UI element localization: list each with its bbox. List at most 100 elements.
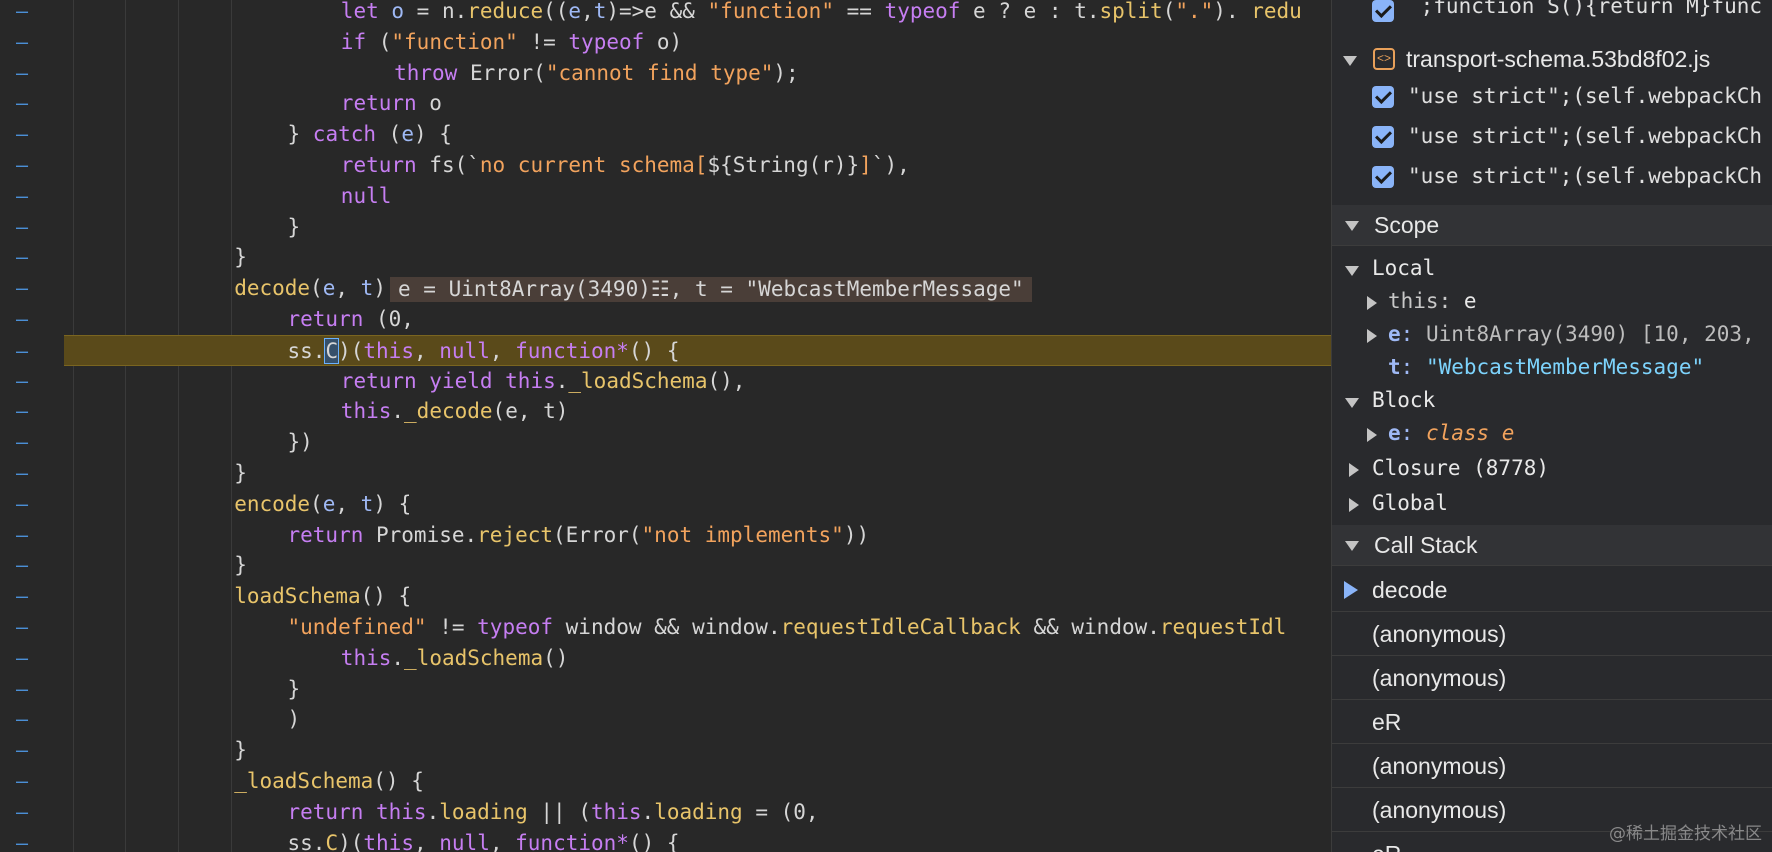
- code-line[interactable]: – null: [0, 181, 1331, 212]
- line-gutter-marker[interactable]: –: [16, 336, 28, 367]
- code-token: ) {: [413, 122, 452, 147]
- call-frame[interactable]: (anonymous): [1332, 612, 1772, 656]
- code-line[interactable]: – if ("function" != typeof o): [0, 27, 1331, 58]
- code-line[interactable]: – return fs(`no current schema[${String(r…: [0, 150, 1331, 181]
- scope-global-row[interactable]: Global: [1332, 488, 1772, 522]
- call-frame[interactable]: (anonymous): [1332, 744, 1772, 788]
- scope-property[interactable]: e: class e: [1332, 419, 1772, 451]
- line-gutter-marker[interactable]: –: [16, 520, 28, 551]
- code-line[interactable]: – "undefined" != typeof window && window.…: [0, 612, 1331, 643]
- line-gutter-marker[interactable]: –: [16, 704, 28, 735]
- call-frame-name: (anonymous): [1372, 665, 1507, 691]
- call-frame[interactable]: eR: [1332, 700, 1772, 744]
- scope-property[interactable]: this: e: [1332, 287, 1772, 319]
- code-line[interactable]: – _loadSchema() {: [0, 766, 1331, 797]
- code-line[interactable]: –): [0, 704, 1331, 735]
- code-line[interactable]: – decode(e, t) {e = Uint8Array(3490)☷, t …: [0, 273, 1331, 304]
- breakpoint-file-row[interactable]: <> transport-schema.53bd8f02.js: [1332, 42, 1772, 78]
- line-gutter-marker[interactable]: –: [16, 797, 28, 828]
- line-gutter-marker[interactable]: –: [16, 212, 28, 243]
- code-token: (Error(: [553, 522, 642, 547]
- code-line[interactable]: –}): [0, 427, 1331, 458]
- line-gutter-marker[interactable]: –: [16, 581, 28, 612]
- line-gutter-marker[interactable]: –: [16, 366, 28, 397]
- line-gutter-marker[interactable]: –: [16, 458, 28, 489]
- breakpoint-entry[interactable]: "use strict";(self.webpackCh: [1332, 164, 1772, 200]
- line-gutter-marker[interactable]: –: [16, 643, 28, 674]
- code-line[interactable]: – return this.loading || (this.loading = …: [0, 797, 1331, 828]
- line-gutter-marker[interactable]: –: [16, 396, 28, 427]
- checkbox-icon[interactable]: [1372, 166, 1394, 188]
- call-stack-section-header[interactable]: Call Stack: [1332, 525, 1772, 566]
- checkbox-icon[interactable]: [1372, 86, 1394, 108]
- code-token: "undefined": [287, 615, 427, 639]
- line-gutter-marker[interactable]: –: [16, 674, 28, 705]
- call-frame[interactable]: (anonymous): [1332, 656, 1772, 700]
- code-line[interactable]: – return o: [0, 88, 1331, 119]
- code-line[interactable]: – this._decode(e, t): [0, 396, 1331, 427]
- line-gutter-marker[interactable]: –: [16, 735, 28, 766]
- code-line[interactable]: – return Promise.reject(Error("not implem…: [0, 520, 1331, 551]
- breakpoint-entry[interactable]: `;function S(){return M}func: [1332, 0, 1772, 28]
- line-gutter-marker[interactable]: –: [16, 181, 28, 212]
- scope-closure-row[interactable]: Closure (8778): [1332, 453, 1772, 487]
- code-token: (: [310, 276, 323, 301]
- source-code-editor[interactable]: – let o = n.reduce((e,t)=>e && "function"…: [0, 0, 1331, 852]
- code-line[interactable]: – throw Error("cannot find type");: [0, 58, 1331, 89]
- line-gutter-marker[interactable]: –: [16, 242, 28, 273]
- breakpoint-entry[interactable]: "use strict";(self.webpackCh: [1332, 124, 1772, 160]
- scope-block-row[interactable]: Block: [1332, 386, 1772, 418]
- code-line[interactable]: – ss.C)(this, null, function*() {: [0, 828, 1331, 852]
- property-value: class e: [1425, 421, 1515, 445]
- code-token: (: [310, 491, 323, 516]
- code-text: return fs(`no current schema[${String(r)…: [341, 150, 910, 181]
- breakpoint-entry[interactable]: "use strict";(self.webpackCh: [1332, 84, 1772, 120]
- code-line[interactable]: –}: [0, 242, 1331, 273]
- scope-property[interactable]: t: "WebcastMemberMessage": [1332, 353, 1772, 385]
- line-gutter-marker[interactable]: –: [16, 489, 28, 520]
- checkbox-icon[interactable]: [1372, 126, 1394, 148]
- code-line[interactable]: –} catch (e) {: [0, 119, 1331, 150]
- code-token: _decode: [404, 399, 493, 424]
- code-text: encode(e, t) {: [234, 489, 411, 520]
- scope-local-row[interactable]: Local: [1332, 254, 1772, 286]
- line-gutter-marker[interactable]: –: [16, 27, 28, 58]
- code-line[interactable]: – return (0,: [0, 304, 1331, 335]
- code-token: ss.: [287, 830, 326, 852]
- script-file-icon: <>: [1373, 48, 1395, 70]
- code-line[interactable]: –}: [0, 735, 1331, 766]
- line-gutter-marker[interactable]: –: [16, 612, 28, 643]
- code-line[interactable]: –}: [0, 212, 1331, 243]
- line-gutter-marker[interactable]: –: [16, 427, 28, 458]
- line-gutter-marker[interactable]: –: [16, 58, 28, 89]
- paused-execution-line[interactable]: – ss.C)(this, null, function*() {: [16, 334, 1331, 366]
- code-line[interactable]: –}: [0, 458, 1331, 489]
- line-gutter-marker[interactable]: –: [16, 0, 28, 27]
- line-gutter-marker[interactable]: –: [16, 273, 28, 304]
- chevron-right-icon: [1349, 463, 1359, 477]
- code-line[interactable]: –}: [0, 674, 1331, 705]
- scope-property[interactable]: e: Uint8Array(3490) [10, 203,: [1332, 320, 1772, 352]
- code-token: (),: [707, 368, 746, 393]
- scope-title: Local: [1372, 256, 1436, 280]
- code-line[interactable]: –}: [0, 550, 1331, 581]
- line-gutter-marker[interactable]: –: [16, 550, 28, 581]
- line-gutter-marker[interactable]: –: [16, 150, 28, 181]
- code-token: t: [360, 491, 374, 516]
- chevron-down-icon[interactable]: [1343, 56, 1357, 66]
- call-frame-current[interactable]: decode: [1332, 568, 1772, 612]
- line-gutter-marker[interactable]: –: [16, 119, 28, 150]
- code-line[interactable]: – encode(e, t) {: [0, 489, 1331, 520]
- line-gutter-marker[interactable]: –: [16, 766, 28, 797]
- code-line[interactable]: – this._loadSchema(): [0, 643, 1331, 674]
- code-line[interactable]: – return yield this._loadSchema(),: [0, 366, 1331, 397]
- code-token: "function": [391, 29, 518, 54]
- line-gutter-marker[interactable]: –: [16, 88, 28, 119]
- checkbox-icon[interactable]: [1372, 0, 1394, 22]
- code-text: _loadSchema() {: [234, 766, 424, 797]
- scope-section-header[interactable]: Scope: [1332, 205, 1772, 246]
- line-gutter-marker[interactable]: –: [16, 304, 28, 335]
- code-line[interactable]: – let o = n.reduce((e,t)=>e && "function"…: [0, 0, 1331, 27]
- line-gutter-marker[interactable]: –: [16, 828, 28, 852]
- code-line[interactable]: – loadSchema() {: [0, 581, 1331, 612]
